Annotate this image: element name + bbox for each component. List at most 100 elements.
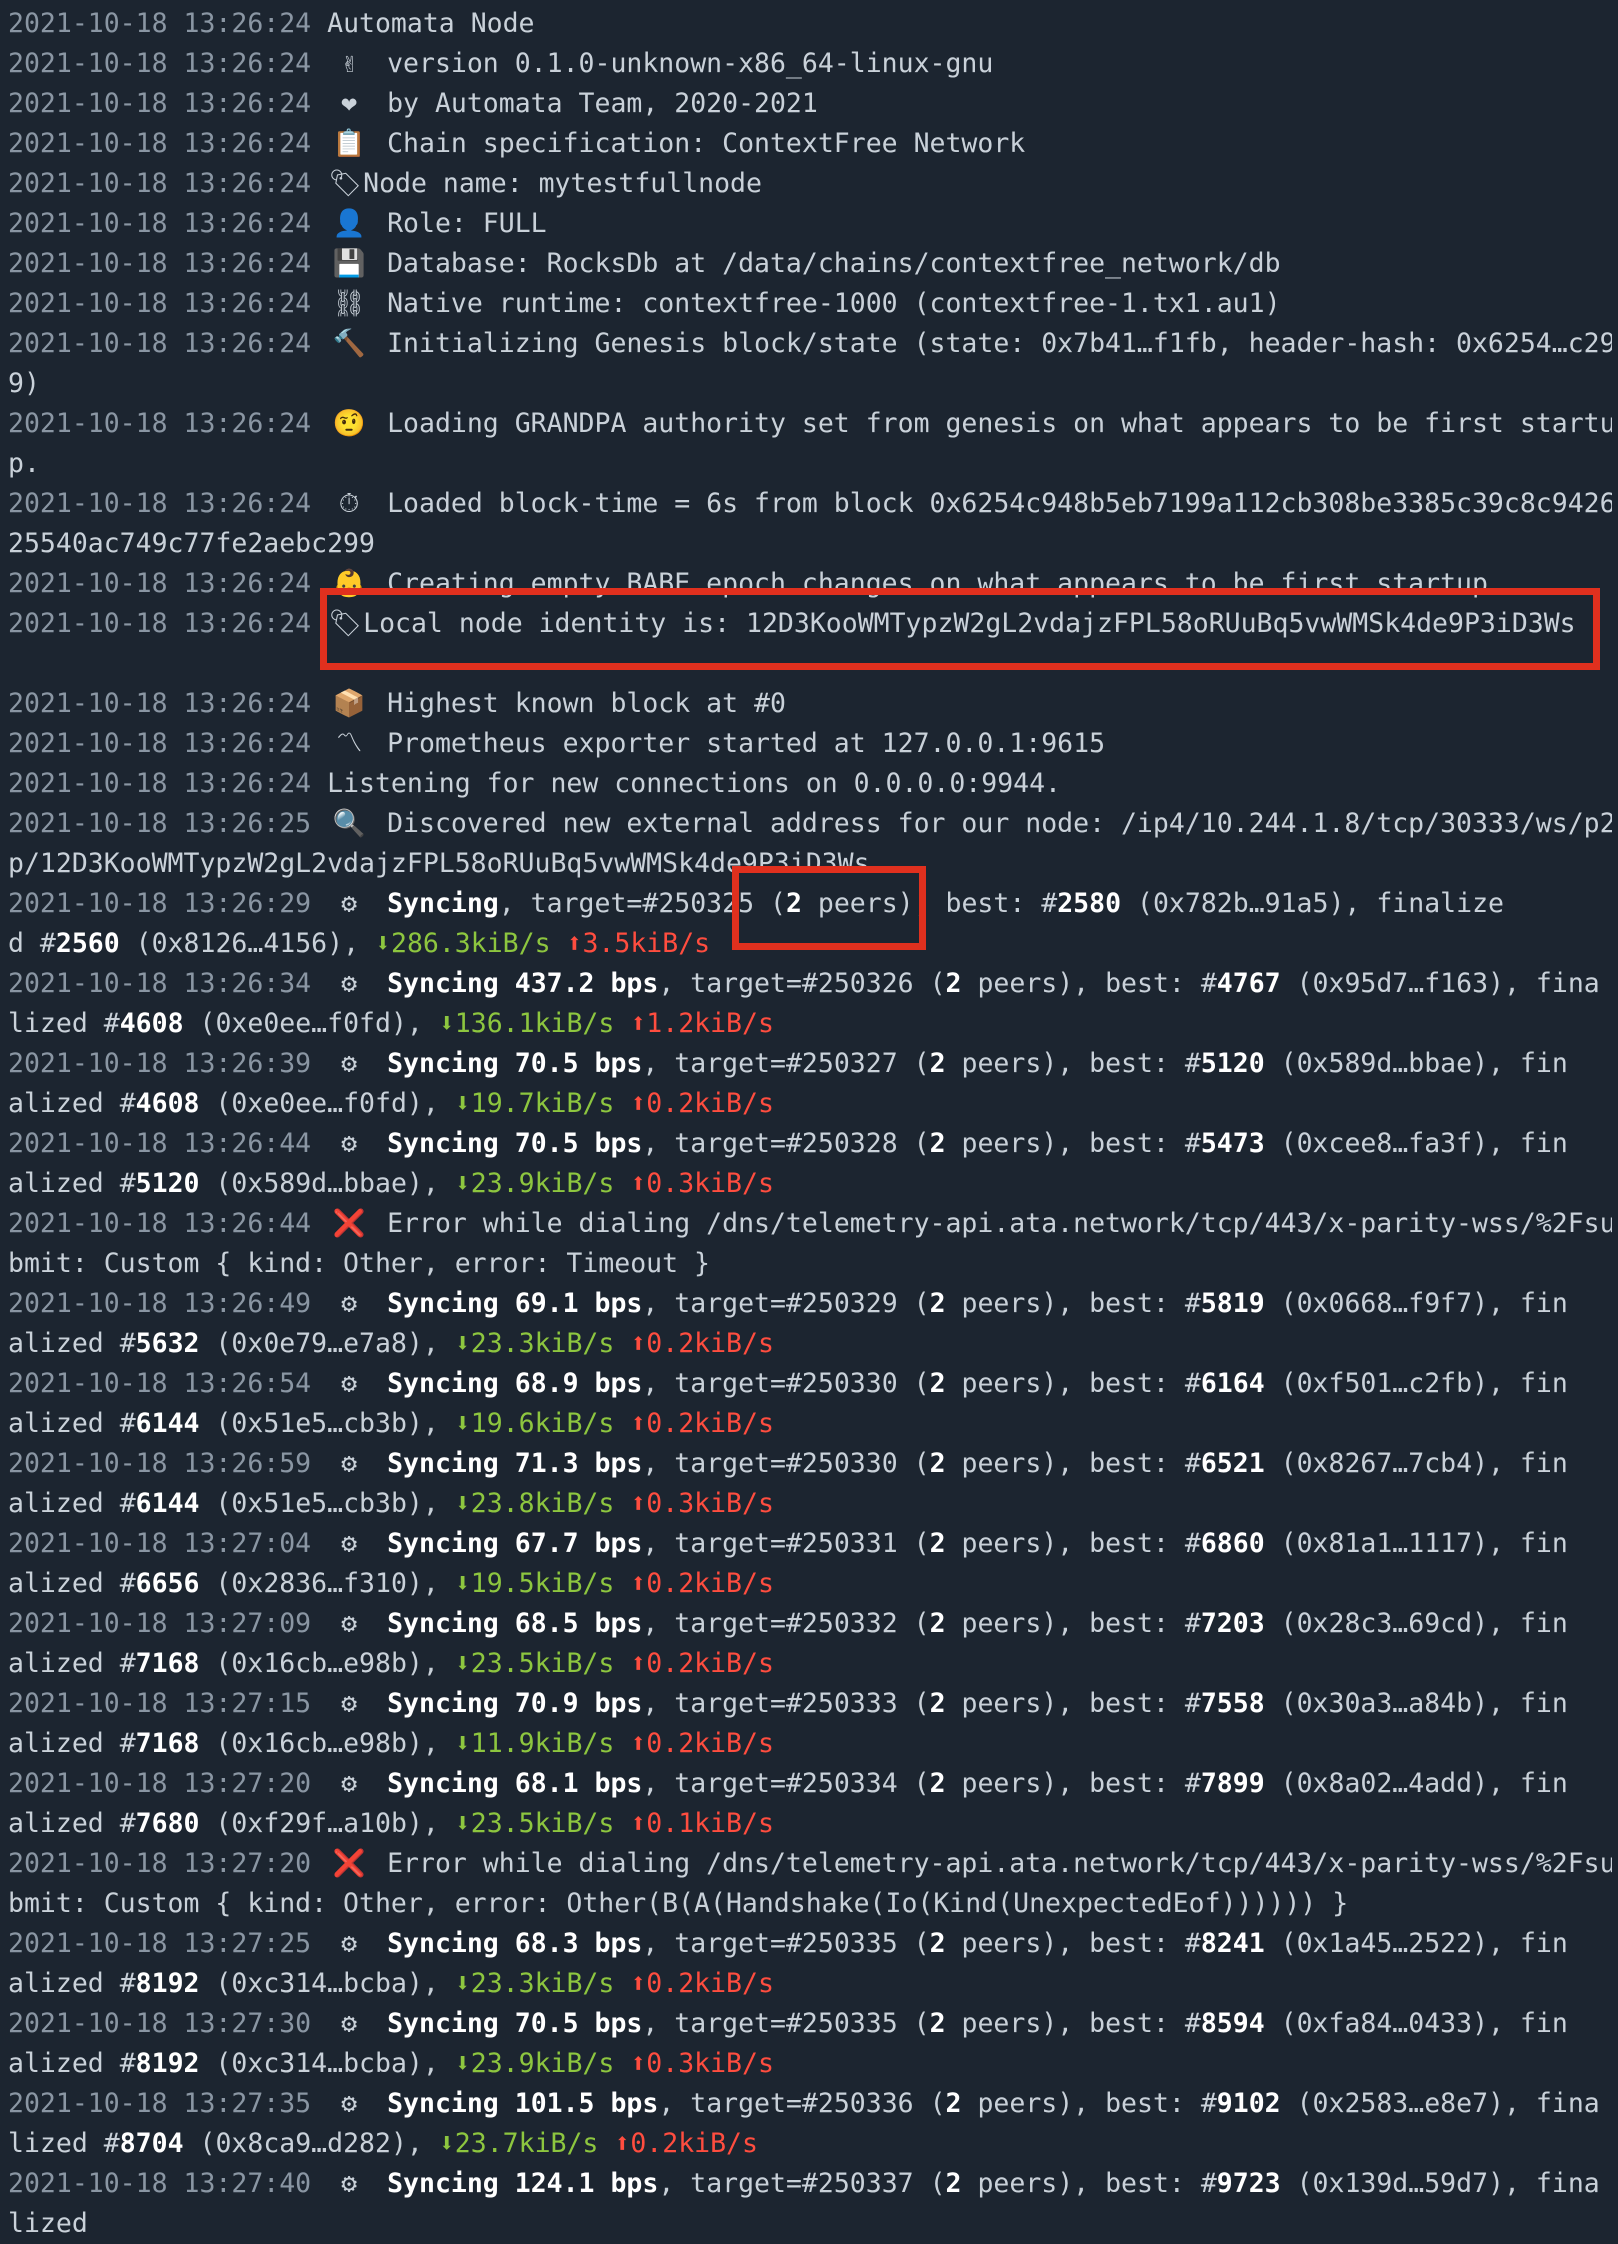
sync-status-label: Syncing <box>387 2008 499 2039</box>
upload-arrow-icon: ⬆ <box>630 1648 647 1679</box>
log-timestamp: 2021-10-18 13:26:34 <box>8 968 312 999</box>
log-continuation: alized #8192 (0xc314…bcba), ⬇23.3kiB/s ⬆… <box>8 1968 774 1999</box>
log-timestamp: 2021-10-18 13:26:24 <box>8 688 312 719</box>
log-timestamp: 2021-10-18 13:27:40 <box>8 2168 312 2199</box>
log-timestamp: 2021-10-18 13:26:49 <box>8 1288 312 1319</box>
log-message: p/12D3KooWMTypzW2gL2vdajzFPL58oRUuBq5vwW… <box>8 848 870 879</box>
upload-rate: 0.2kiB/s <box>646 1408 774 1439</box>
log-timestamp: 2021-10-18 13:26:59 <box>8 1448 312 1479</box>
finalized-label: fin <box>1519 1048 1568 1079</box>
finalized-block: 2560 <box>55 928 120 959</box>
download-arrow-icon: ⬇ <box>438 2128 455 2159</box>
peer-count: 2 <box>945 2168 962 2199</box>
sync-target: 250325 <box>658 888 755 919</box>
finalized-block: 5632 <box>135 1328 200 1359</box>
upload-arrow-icon: ⬆ <box>630 1728 647 1759</box>
log-message: Loaded block-time = 6s from block 0x6254… <box>387 488 1612 519</box>
log-line: 2021-10-18 13:26:24 💾 Database: RocksDb … <box>8 244 1612 284</box>
finalized-label: lized <box>8 1008 88 1039</box>
log-message: Role: FULL <box>387 208 547 239</box>
log-line: 2021-10-18 13:26:24 ⛓ Native runtime: co… <box>8 284 1612 324</box>
log-timestamp: 2021-10-18 13:27:15 <box>8 1688 312 1719</box>
finalized-block: 4608 <box>135 1088 200 1119</box>
finalized-label: alized <box>8 1808 104 1839</box>
best-block-hash: 0x1a45…2522 <box>1296 1928 1473 1959</box>
best-block: 5120 <box>1200 1048 1265 1079</box>
download-rate: 19.7kiB/s <box>470 1088 615 1119</box>
upload-arrow-icon: ⬆ <box>630 1488 647 1519</box>
finalized-block: 7168 <box>135 1648 200 1679</box>
sync-status-label: Syncing <box>387 1048 499 1079</box>
download-rate: 136.1kiB/s <box>454 1008 615 1039</box>
finalized-label: fin <box>1519 1368 1568 1399</box>
sync-target: 250328 <box>801 1128 898 1159</box>
finalized-label: fin <box>1519 1288 1568 1319</box>
peer-count: 2 <box>785 888 802 919</box>
gear-icon: ⚙ <box>341 1528 358 1559</box>
best-block-hash: 0x28c3…69cd <box>1296 1608 1473 1639</box>
log-line: 2021-10-18 13:27:25 ⚙ Syncing 68.3 bps, … <box>8 1924 1612 1964</box>
best-block-hash: 0xf501…c2fb <box>1296 1368 1473 1399</box>
log-line: 2021-10-18 13:27:15 ⚙ Syncing 70.9 bps, … <box>8 1684 1612 1724</box>
log-line: 2021-10-18 13:26:24 ❤ by Automata Team, … <box>8 84 1612 124</box>
finalized-block: 8192 <box>135 2048 200 2079</box>
sync-speed: 70.5 bps <box>514 1048 643 1079</box>
download-arrow-icon: ⬇ <box>454 1088 471 1119</box>
finalized-label: fina <box>1535 2168 1600 2199</box>
log-continuation: 9) <box>8 364 1612 404</box>
stopwatch-icon: ⏱ <box>338 488 360 519</box>
finalized-label: fin <box>1519 1608 1568 1639</box>
log-line: 2021-10-18 13:27:09 ⚙ Syncing 68.5 bps, … <box>8 1604 1612 1644</box>
download-rate: 19.5kiB/s <box>470 1568 615 1599</box>
finalized-block-hash: 0x51e5…cb3b <box>231 1488 407 1519</box>
peer-count: 2 <box>945 2088 962 2119</box>
floppy-disk-icon: 💾 <box>332 248 366 279</box>
log-timestamp: 2021-10-18 13:26:44 <box>8 1208 312 1239</box>
log-continuation: bmit: Custom { kind: Other, error: Timeo… <box>8 1244 1612 1284</box>
gear-icon: ⚙ <box>341 888 358 919</box>
gear-icon: ⚙ <box>341 1928 358 1959</box>
log-continuation: lized #4608 (0xe0ee…f0fd), ⬇136.1kiB/s ⬆… <box>8 1008 774 1039</box>
finalized-block-hash: 0xc314…bcba <box>231 2048 407 2079</box>
log-continuation <box>8 644 1612 684</box>
log-message: Node name: mytestfullnode <box>363 168 762 199</box>
sync-target: 250336 <box>817 2088 914 2119</box>
log-timestamp: 2021-10-18 13:26:24 <box>8 728 312 759</box>
log-continuation: p. <box>8 444 1612 484</box>
sync-status-label: Syncing <box>387 1288 499 1319</box>
finalized-block-hash: 0xf29f…a10b <box>231 1808 407 1839</box>
finalized-block-hash: 0x8ca9…d282 <box>215 2128 391 2159</box>
log-timestamp: 2021-10-18 13:26:24 <box>8 568 312 599</box>
download-arrow-icon: ⬇ <box>454 1728 471 1759</box>
sync-status-label: Syncing <box>387 1608 499 1639</box>
log-timestamp: 2021-10-18 13:27:20 <box>8 1848 312 1879</box>
log-timestamp: 2021-10-18 13:26:24 <box>8 608 312 639</box>
sync-target: 250327 <box>801 1048 898 1079</box>
upload-arrow-icon: ⬆ <box>566 928 583 959</box>
log-line: 2021-10-18 13:26:24 Automata Node <box>8 4 1612 44</box>
log-message: Creating empty BABE epoch changes on wha… <box>387 568 1488 599</box>
gear-icon: ⚙ <box>341 2088 358 2119</box>
log-message: Local node identity is: 12D3KooWMTypzW2g… <box>363 608 1576 639</box>
log-timestamp: 2021-10-18 13:26:24 <box>8 8 312 39</box>
sync-status-label: Syncing <box>387 2088 499 2119</box>
finalized-label: d <box>8 928 24 959</box>
best-block-hash: 0x30a3…a84b <box>1296 1688 1473 1719</box>
download-arrow-icon: ⬇ <box>438 1008 455 1039</box>
finalized-block: 6656 <box>135 1568 200 1599</box>
finalized-block-hash: 0xe0ee…f0fd <box>215 1008 391 1039</box>
finalized-label: fin <box>1519 1528 1568 1559</box>
log-timestamp: 2021-10-18 13:27:20 <box>8 1768 312 1799</box>
finalized-label: alized <box>8 1648 104 1679</box>
upload-rate: 0.2kiB/s <box>646 1568 774 1599</box>
label-tag-icon: 🏷 <box>328 608 362 639</box>
best-block: 7899 <box>1200 1768 1265 1799</box>
finalized-block-hash: 0x51e5…cb3b <box>231 1408 407 1439</box>
best-block: 9102 <box>1216 2088 1281 2119</box>
log-timestamp: 2021-10-18 13:26:29 <box>8 888 312 919</box>
sync-target: 250330 <box>801 1368 898 1399</box>
download-rate: 286.3kiB/s <box>390 928 551 959</box>
download-arrow-icon: ⬇ <box>454 1328 471 1359</box>
upload-rate: 0.3kiB/s <box>646 2048 774 2079</box>
log-timestamp: 2021-10-18 13:27:25 <box>8 1928 312 1959</box>
